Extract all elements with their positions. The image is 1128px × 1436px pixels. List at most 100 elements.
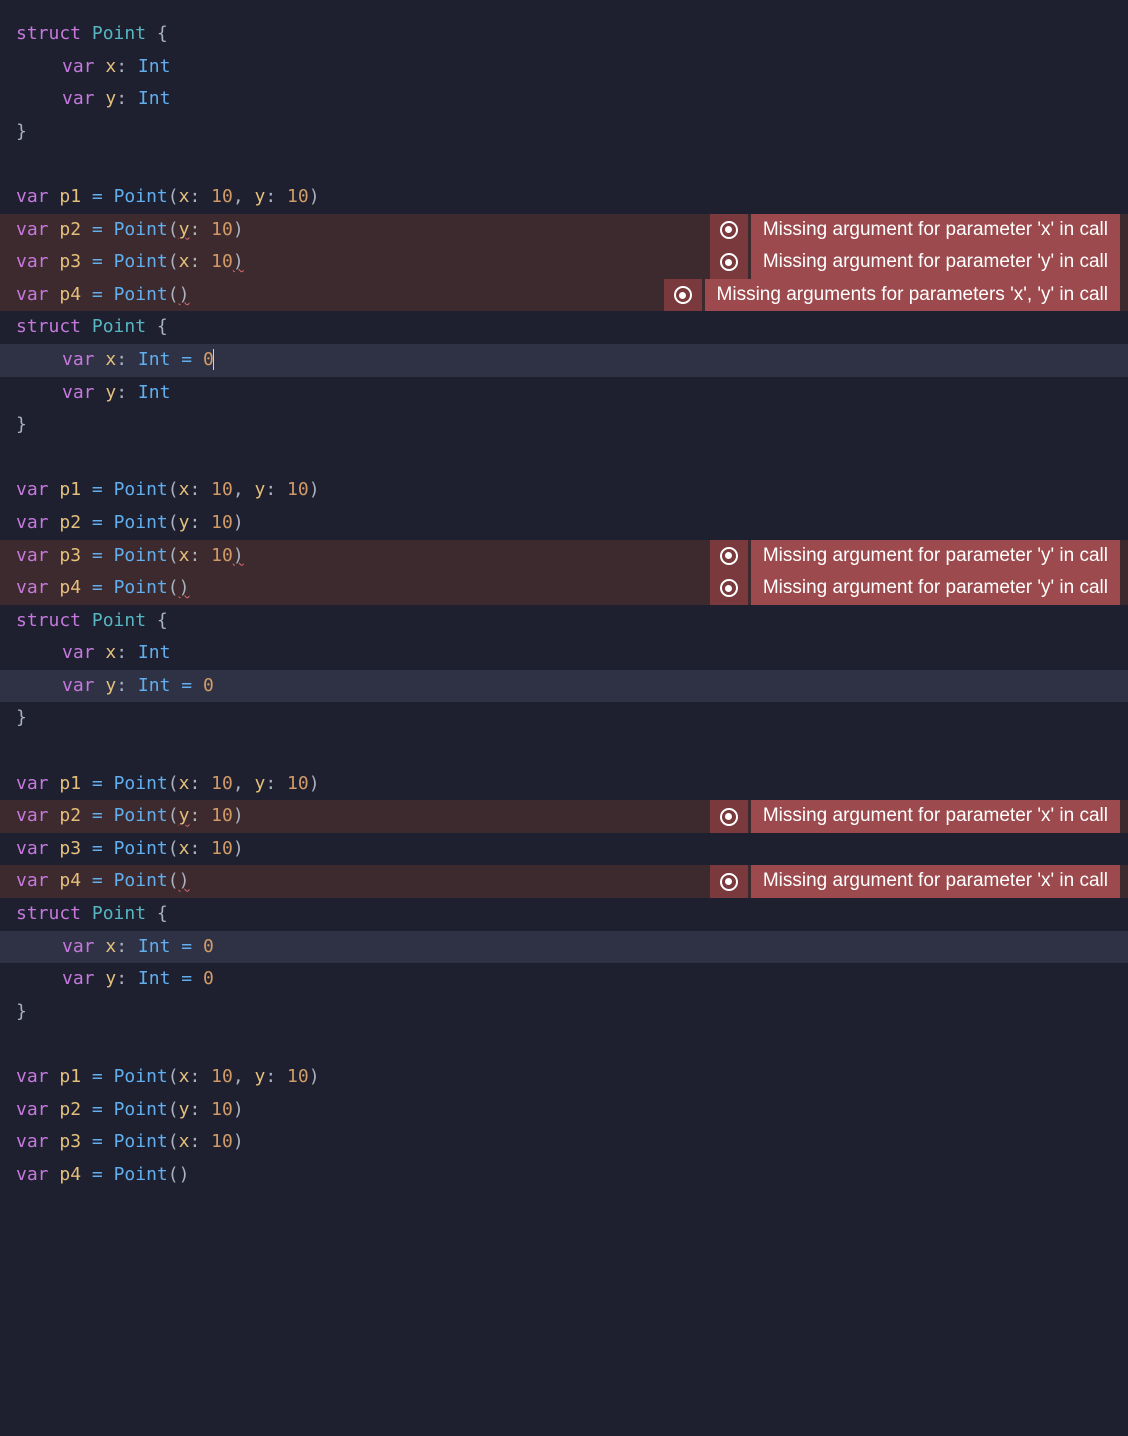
error-diagnostic[interactable]: Missing argument for parameter 'x' in ca… — [710, 800, 1120, 833]
code-line[interactable]: var p4 = Point()Missing arguments for pa… — [0, 279, 1128, 312]
equals: = — [181, 349, 192, 370]
arg-label-x: x — [179, 251, 190, 272]
comma: , — [233, 186, 244, 207]
code-line[interactable]: var p3 = Point(x: 10)Missing argument fo… — [0, 246, 1128, 279]
equals: = — [92, 577, 103, 598]
brace-close: } — [16, 414, 27, 435]
code-line[interactable]: var y: Int — [0, 83, 1128, 116]
colon: : — [116, 675, 127, 696]
error-message: Missing argument for parameter 'x' in ca… — [751, 865, 1120, 898]
error-diagnostic[interactable]: Missing argument for parameter 'x' in ca… — [710, 865, 1120, 898]
code-line[interactable]: var p4 = Point()Missing argument for par… — [0, 572, 1128, 605]
code-line[interactable]: var x: Int — [0, 51, 1128, 84]
constructor-point: Point — [114, 805, 168, 826]
code-line[interactable]: var p4 = Point()Missing argument for par… — [0, 865, 1128, 898]
arg-value: 10 — [211, 1131, 233, 1152]
code-line[interactable]: var p3 = Point(x: 10) — [0, 1126, 1128, 1159]
code-line[interactable]: var p1 = Point(x: 10, y: 10) — [0, 1061, 1128, 1094]
code-line[interactable]: struct Point { — [0, 898, 1128, 931]
var-name: p2 — [59, 805, 81, 826]
var-name: p1 — [59, 1066, 81, 1087]
paren-open: ( — [168, 219, 179, 240]
property-y: y — [105, 968, 116, 989]
type-name-point: Point — [92, 903, 146, 924]
paren-close: ) — [233, 545, 244, 566]
code-line[interactable]: var x: Int = 0 — [0, 931, 1128, 964]
arg-value: 10 — [287, 479, 309, 500]
error-message: Missing argument for parameter 'y' in ca… — [751, 246, 1120, 279]
paren-close: ) — [309, 479, 320, 500]
error-icon — [664, 279, 702, 312]
arg-label-y: y — [255, 1066, 266, 1087]
code-line[interactable]: var p2 = Point(y: 10) — [0, 1094, 1128, 1127]
var-name: p1 — [59, 773, 81, 794]
type-int: Int — [138, 56, 171, 77]
arg-label-x: x — [179, 1066, 190, 1087]
colon: : — [189, 1131, 200, 1152]
colon: : — [265, 479, 276, 500]
paren-open: ( — [168, 805, 179, 826]
constructor-point: Point — [114, 251, 168, 272]
arg-value: 10 — [211, 1066, 233, 1087]
paren-open: ( — [168, 1099, 179, 1120]
code-editor[interactable]: struct Point {var x: Intvar y: Int} var … — [0, 18, 1128, 1191]
code-line[interactable]: var p3 = Point(x: 10)Missing argument fo… — [0, 540, 1128, 573]
error-diagnostic[interactable]: Missing argument for parameter 'y' in ca… — [710, 540, 1120, 573]
var-name: p2 — [59, 1099, 81, 1120]
default-value: 0 — [203, 936, 214, 957]
constructor-point: Point — [114, 1099, 168, 1120]
error-diagnostic[interactable]: Missing argument for parameter 'y' in ca… — [710, 246, 1120, 279]
error-diagnostic[interactable]: Missing argument for parameter 'x' in ca… — [710, 214, 1120, 247]
keyword-var: var — [16, 284, 49, 305]
constructor-point: Point — [114, 1164, 168, 1185]
error-message: Missing argument for parameter 'x' in ca… — [751, 214, 1120, 247]
code-line[interactable]: var y: Int — [0, 377, 1128, 410]
arg-label-y: y — [179, 219, 190, 240]
code-line[interactable] — [0, 735, 1128, 768]
code-line[interactable]: var p2 = Point(y: 10)Missing argument fo… — [0, 800, 1128, 833]
code-line[interactable]: struct Point { — [0, 605, 1128, 638]
code-line[interactable]: struct Point { — [0, 311, 1128, 344]
arg-label-x: x — [179, 773, 190, 794]
keyword-var: var — [16, 577, 49, 598]
colon: : — [265, 773, 276, 794]
code-line[interactable]: var x: Int = 0 — [0, 344, 1128, 377]
code-line[interactable]: var p2 = Point(y: 10) — [0, 507, 1128, 540]
code-line[interactable]: var p3 = Point(x: 10) — [0, 833, 1128, 866]
code-line[interactable] — [0, 1028, 1128, 1061]
colon: : — [189, 773, 200, 794]
keyword-var: var — [16, 1131, 49, 1152]
keyword-var: var — [62, 642, 95, 663]
paren-close: ) — [179, 1164, 190, 1185]
equals: = — [92, 1131, 103, 1152]
code-line[interactable]: var x: Int — [0, 637, 1128, 670]
code-line[interactable]: } — [0, 116, 1128, 149]
code-line[interactable]: } — [0, 409, 1128, 442]
error-diagnostic[interactable]: Missing argument for parameter 'y' in ca… — [710, 572, 1120, 605]
code-line[interactable]: var p1 = Point(x: 10, y: 10) — [0, 474, 1128, 507]
code-line[interactable]: } — [0, 702, 1128, 735]
code-line[interactable]: var y: Int = 0 — [0, 670, 1128, 703]
constructor-point: Point — [114, 838, 168, 859]
equals: = — [92, 773, 103, 794]
code-line[interactable]: var p1 = Point(x: 10, y: 10) — [0, 181, 1128, 214]
paren-open: ( — [168, 251, 179, 272]
type-name-point: Point — [92, 610, 146, 631]
code-line[interactable]: struct Point { — [0, 18, 1128, 51]
error-diagnostic[interactable]: Missing arguments for parameters 'x', 'y… — [664, 279, 1120, 312]
paren-close: ) — [233, 512, 244, 533]
code-line[interactable]: } — [0, 996, 1128, 1029]
code-line[interactable]: var p4 = Point() — [0, 1159, 1128, 1192]
code-line[interactable]: var y: Int = 0 — [0, 963, 1128, 996]
keyword-var: var — [16, 186, 49, 207]
code-line[interactable]: var p2 = Point(y: 10)Missing argument fo… — [0, 214, 1128, 247]
brace-open: { — [157, 23, 168, 44]
code-line[interactable]: var p1 = Point(x: 10, y: 10) — [0, 768, 1128, 801]
code-line[interactable] — [0, 442, 1128, 475]
equals: = — [92, 186, 103, 207]
property-x: x — [105, 642, 116, 663]
colon: : — [189, 1066, 200, 1087]
type-int: Int — [138, 642, 171, 663]
code-line[interactable] — [0, 148, 1128, 181]
property-y: y — [105, 382, 116, 403]
